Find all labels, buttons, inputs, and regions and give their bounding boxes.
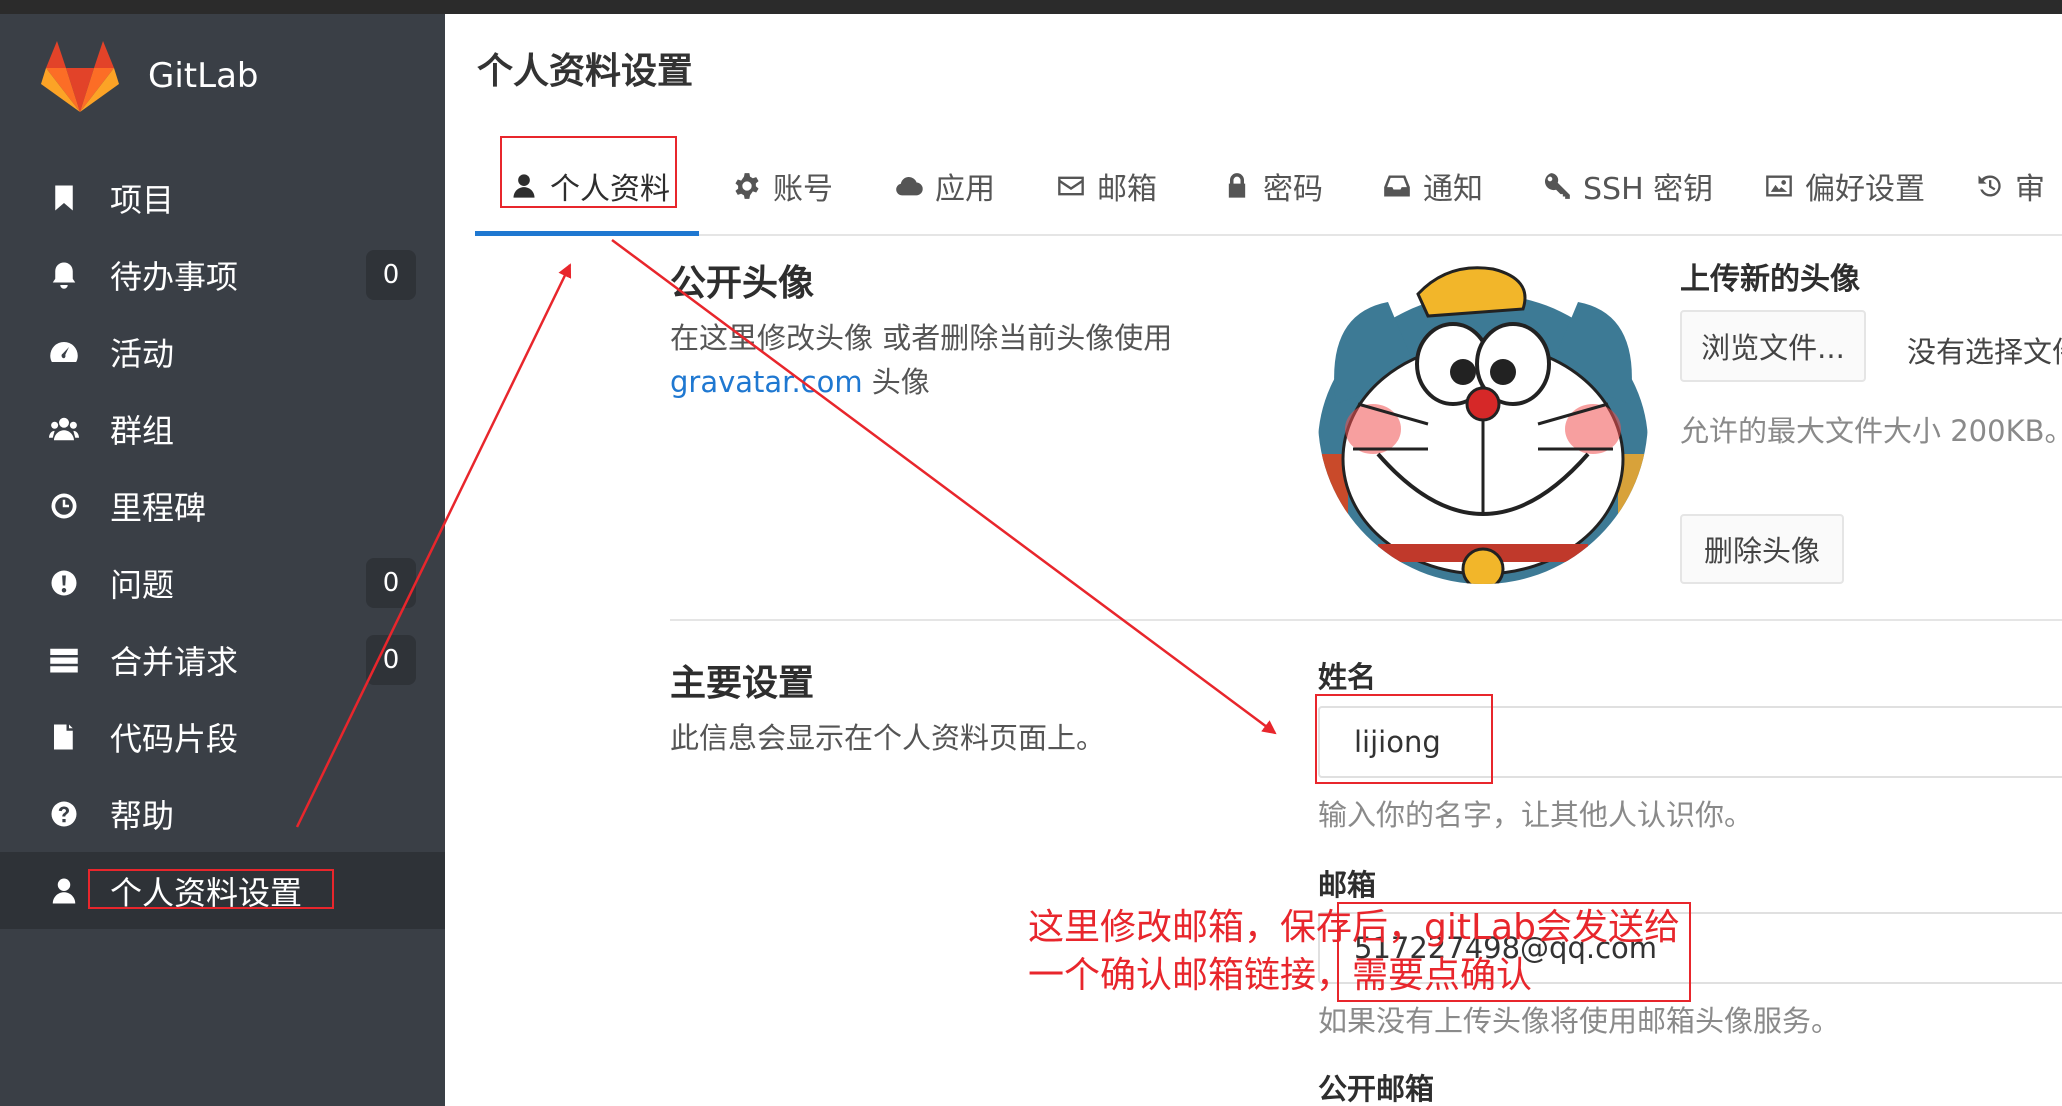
sidebar-item-label: 合并请求: [110, 642, 239, 681]
sidebar-item-label: 代码片段: [110, 719, 239, 758]
envelope-icon: [1058, 176, 1084, 196]
avatar-description-suffix: 头像: [862, 365, 930, 399]
key-icon: [1544, 173, 1570, 199]
tab-label: 偏好设置: [1805, 172, 1925, 207]
annotation-note-line1: 这里修改邮箱，保存后，gitLab会发送给: [1028, 907, 1680, 948]
user-avatar: [1318, 254, 1648, 584]
tab-label: 账号: [773, 172, 833, 207]
sidebar-item-issues[interactable]: 问题 0: [0, 544, 445, 621]
tab-label: 通知: [1423, 172, 1483, 207]
users-icon: [44, 409, 84, 449]
avatar-description-text: 在这里修改头像 或者删除当前头像使用: [670, 321, 1173, 355]
sidebar-item-label: 帮助: [110, 796, 175, 835]
sidebar-nav: 项目 待办事项 0 活动 群组 里程碑 问题 0 合并请求 0 代码片段 帮助 …: [0, 159, 445, 929]
annotation-highlight-box: [1315, 694, 1493, 784]
sidebar-item-activity[interactable]: 活动: [0, 313, 445, 390]
inbox-icon: [1384, 175, 1410, 197]
brand[interactable]: GitLab: [40, 36, 258, 116]
clock-icon: [44, 486, 84, 526]
email-label: 邮箱: [1318, 868, 1377, 902]
tab-label: 审: [2015, 172, 2045, 207]
tab-label: 应用: [935, 172, 995, 207]
sidebar-item-todos[interactable]: 待办事项 0: [0, 236, 445, 313]
sidebar-item-merge-requests[interactable]: 合并请求 0: [0, 621, 445, 698]
section-divider: [670, 619, 2062, 621]
tab-password[interactable]: 密码: [1223, 136, 1323, 236]
dashboard-icon: [44, 332, 84, 372]
sidebar-item-projects[interactable]: 项目: [0, 159, 445, 236]
sidebar-item-milestones[interactable]: 里程碑: [0, 467, 445, 544]
avatar-section-description: 在这里修改头像 或者删除当前头像使用 gravatar.com 头像: [670, 316, 1270, 404]
exclamation-icon: [44, 563, 84, 603]
tab-label: SSH 密钥: [1583, 172, 1714, 207]
sidebar-item-label: 群组: [110, 411, 175, 450]
annotation-highlight-box: [88, 869, 334, 909]
remove-avatar-button[interactable]: 删除头像: [1680, 514, 1844, 584]
name-label: 姓名: [1318, 660, 1377, 694]
sidebar-item-groups[interactable]: 群组: [0, 390, 445, 467]
merge-requests-count-badge: 0: [366, 634, 416, 685]
image-icon: [1766, 175, 1792, 197]
no-file-selected-text: 没有选择文件: [1907, 335, 2062, 369]
clipboard-icon: [44, 717, 84, 757]
active-tab-underline: [475, 231, 699, 236]
cloud-icon: [896, 177, 923, 196]
todos-count-badge: 0: [366, 249, 416, 300]
gitlab-logo-icon: [41, 41, 119, 112]
tab-preferences[interactable]: 偏好设置: [1765, 136, 1925, 236]
sidebar-item-snippets[interactable]: 代码片段: [0, 698, 445, 775]
avatar-section-title: 公开头像: [670, 263, 815, 304]
page-title: 个人资料设置: [477, 51, 694, 92]
bookmark-icon: [44, 178, 84, 218]
max-file-size-text: 允许的最大文件大小 200KB。: [1680, 414, 2062, 448]
user-icon: [44, 871, 84, 911]
lock-icon: [1228, 173, 1246, 198]
sidebar-item-label: 活动: [110, 334, 175, 373]
sidebar-item-label: 待办事项: [110, 257, 239, 296]
annotation-note: 这里修改邮箱，保存后，gitLab会发送给 一个确认邮箱链接，需要点确认: [1028, 904, 1728, 1000]
gravatar-link[interactable]: gravatar.com: [670, 365, 863, 399]
issues-count-badge: 0: [366, 557, 416, 608]
history-icon: [1978, 175, 2001, 197]
upload-avatar-title: 上传新的头像: [1680, 262, 1860, 297]
tab-ssh-keys[interactable]: SSH 密钥: [1543, 136, 1713, 236]
tab-audit-log[interactable]: 审: [1975, 136, 2045, 236]
sidebar-item-profile-settings[interactable]: 个人资料设置: [0, 852, 445, 929]
avatar-image: [1318, 254, 1648, 584]
email-help-text: 如果没有上传头像将使用邮箱头像服务。: [1318, 1004, 1841, 1038]
profile-tabs: 个人资料 账号 应用 邮箱 密码 通知 SSH 密钥 偏好设置 审: [475, 136, 2062, 236]
bell-icon: [44, 255, 84, 295]
sidebar: GitLab 项目 待办事项 0 活动 群组 里程碑 问题 0 合并请求 0 代…: [0, 14, 445, 1106]
tab-applications[interactable]: 应用: [895, 136, 995, 236]
main-content: 个人资料设置 个人资料 账号 应用 邮箱 密码 通知 SSH 密钥 偏好设置 审…: [445, 14, 2062, 1106]
tab-account[interactable]: 账号: [733, 136, 833, 236]
question-icon: [44, 794, 84, 834]
browse-file-button[interactable]: 浏览文件...: [1680, 310, 1866, 382]
gear-icon: [735, 173, 759, 199]
public-email-label: 公开邮箱: [1318, 1072, 1435, 1106]
tab-label: 密码: [1263, 172, 1323, 207]
main-settings-description: 此信息会显示在个人资料页面上。: [670, 721, 1106, 755]
annotation-highlight-box: [500, 136, 677, 208]
annotation-note-line2: 一个确认邮箱链接，需要点确认: [1028, 955, 1533, 996]
sidebar-item-label: 项目: [110, 180, 175, 219]
main-settings-title: 主要设置: [670, 663, 815, 704]
tasks-icon: [44, 640, 84, 680]
window-top-bar: [0, 0, 2062, 14]
name-help-text: 输入你的名字，让其他人认识你。: [1318, 798, 1754, 832]
sidebar-item-label: 里程碑: [110, 488, 207, 527]
tab-emails[interactable]: 邮箱: [1057, 136, 1157, 236]
sidebar-item-label: 问题: [110, 565, 175, 604]
sidebar-item-help[interactable]: 帮助: [0, 775, 445, 852]
tab-notifications[interactable]: 通知: [1383, 136, 1483, 236]
tab-label: 邮箱: [1097, 172, 1157, 207]
brand-name: GitLab: [148, 56, 259, 96]
